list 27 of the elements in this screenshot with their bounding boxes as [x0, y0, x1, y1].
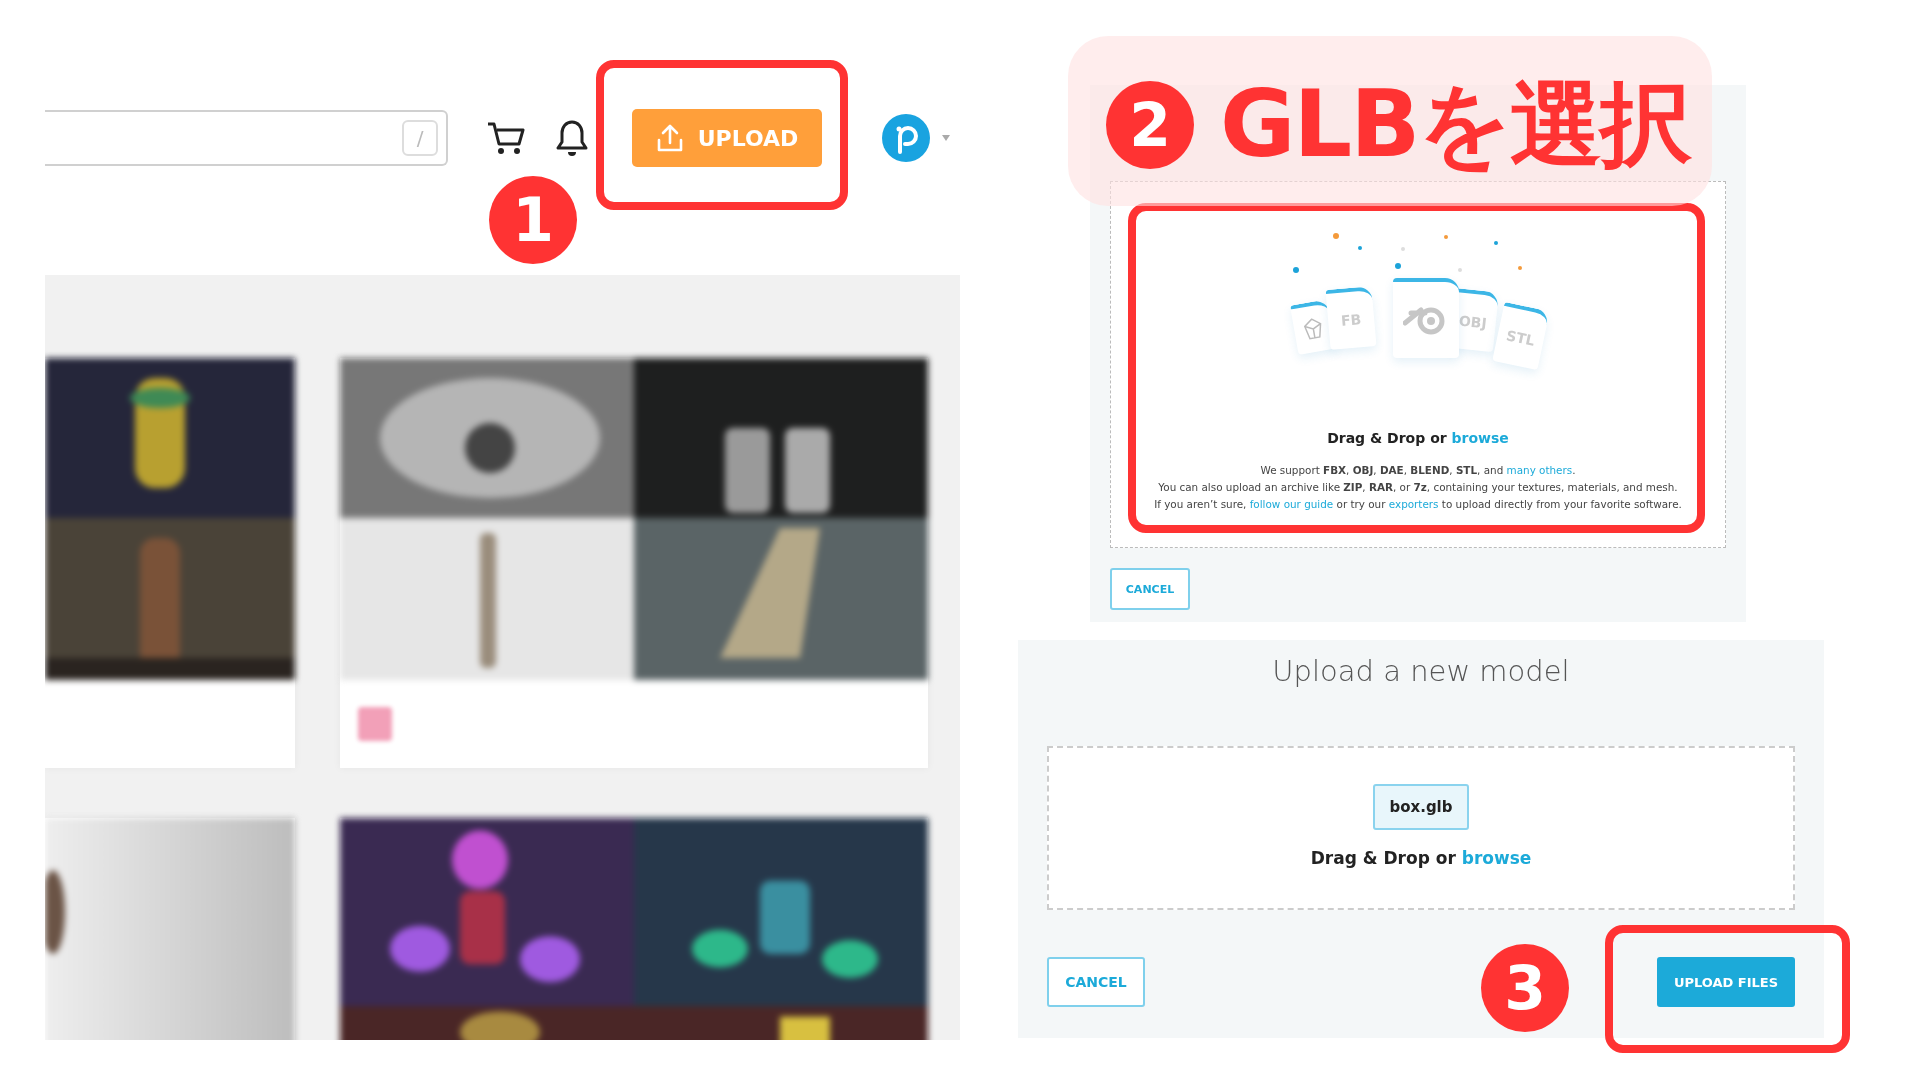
drop-zone[interactable]: box.glb Drag & Drop or browse [1047, 746, 1795, 910]
drop-zone[interactable] [1110, 181, 1726, 548]
bell-icon[interactable] [556, 119, 588, 157]
step-caption: GLBを選択 [1220, 70, 1691, 180]
support-note: If you aren’t sure, follow our guide or try our exporters to upload directly from your favorite software. [1154, 497, 1682, 512]
dialog-title: Upload a new model [1271, 654, 1571, 688]
cancel-button[interactable]: CANCEL [1110, 568, 1190, 610]
support-note: We support FBX, OBJ, DAE, BLEND, STL, and many others. [1259, 463, 1577, 478]
browse-link[interactable]: browse [1451, 430, 1509, 446]
upload-icon [655, 123, 684, 153]
file-chip: box.glb [1373, 784, 1469, 830]
browse-link[interactable]: browse [1461, 848, 1532, 868]
drop-prompt: Drag & Drop or browse [1310, 848, 1532, 868]
cart-icon[interactable] [486, 120, 526, 156]
help-link[interactable]: follow our guide [1249, 498, 1334, 510]
step-badge: 1 [489, 176, 577, 264]
shortcut-key: / [402, 120, 438, 156]
caret-icon[interactable] [942, 135, 950, 141]
cancel-button[interactable]: CANCEL [1047, 957, 1145, 1007]
support-note: You can also upload an archive like ZIP, RAR, or 7z, containing your textures, materials, and mesh. [1157, 480, 1679, 495]
drop-prompt: Drag & Drop or browse [1327, 430, 1509, 446]
help-link[interactable]: exporters [1388, 498, 1439, 510]
avatar-icon[interactable] [882, 114, 930, 162]
search-field[interactable]: / [45, 110, 448, 166]
upload-files-button[interactable]: UPLOAD FILES [1657, 957, 1795, 1007]
collection-icon [358, 707, 392, 741]
upload-button[interactable]: UPLOAD [632, 109, 822, 167]
